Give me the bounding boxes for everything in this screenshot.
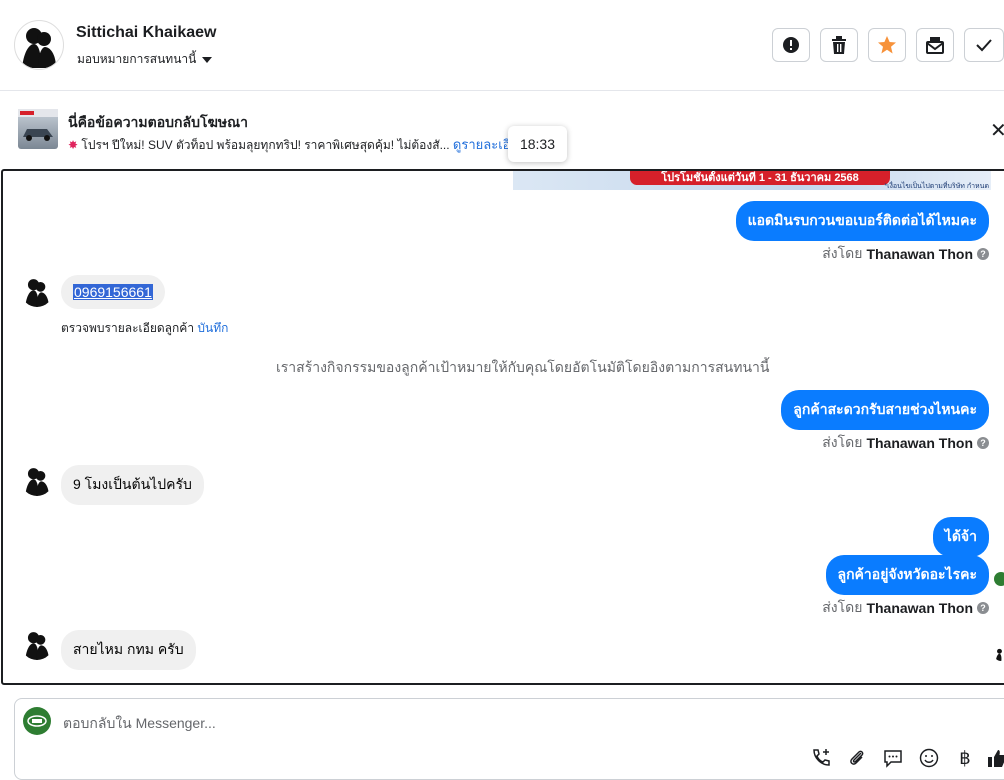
outgoing-message[interactable]: ได้จ้า xyxy=(932,517,989,557)
message-icon[interactable] xyxy=(881,746,905,770)
page-logo-icon xyxy=(27,715,47,727)
mark-done-button[interactable] xyxy=(964,28,1004,62)
incoming-message[interactable]: 9 โมงเป็นต้นไปครับ xyxy=(61,465,204,505)
assign-conversation-dropdown[interactable]: มอบหมายการสนทนานี้ xyxy=(77,50,213,69)
couple-silhouette-icon xyxy=(25,279,49,307)
help-icon[interactable]: ? xyxy=(977,602,989,614)
emoji-icon[interactable] xyxy=(917,746,941,770)
reply-input[interactable]: ตอบกลับใน Messenger... xyxy=(63,713,216,735)
sent-by-prefix: ส่งโดย xyxy=(822,599,863,615)
message-thread[interactable]: โปรโมชั่นตั้งแต่วันที่ 1 - 31 ธันวาคม 25… xyxy=(1,169,1004,685)
contact-avatar-small xyxy=(21,275,53,307)
sent-by-prefix: ส่งโดย xyxy=(822,245,863,261)
outgoing-message[interactable]: ลูกค้าอยู่จังหวัดอะไรคะ xyxy=(825,555,989,595)
sent-by-label: ส่งโดย Thanawan Thon ? xyxy=(822,243,989,265)
incoming-message[interactable]: 0969156661 xyxy=(61,275,165,309)
promo-banner-note: *เงื่อนไขเป็นไปตามที่บริษัท กำหนด xyxy=(884,183,989,190)
seen-receipt-avatar xyxy=(994,647,1004,661)
system-notice: เราสร้างกิจกรรมของลูกค้าเป้าหมายให้กับคุ… xyxy=(276,359,770,375)
mark-spam-button[interactable] xyxy=(772,28,810,62)
promo-banner-text: โปรโมชั่นตั้งแต่วันที่ 1 - 31 ธันวาคม 25… xyxy=(630,171,890,185)
sent-by-agent: Thanawan Thon xyxy=(866,246,973,262)
contact-avatar[interactable] xyxy=(14,20,64,70)
phone-number-link[interactable]: 0969156661 xyxy=(73,284,153,300)
couple-silhouette-icon xyxy=(25,468,49,496)
delete-button[interactable] xyxy=(820,28,858,62)
mark-unread-button[interactable] xyxy=(916,28,954,62)
timestamp-tooltip: 18:33 xyxy=(508,126,567,162)
sent-by-prefix: ส่งโดย xyxy=(822,434,863,450)
detect-text: ตรวจพบรายละเอียดลูกค้า xyxy=(61,321,195,335)
phone-plus-icon[interactable] xyxy=(809,746,833,770)
promo-banner-image: โปรโมชั่นตั้งแต่วันที่ 1 - 31 ธันวาคม 25… xyxy=(513,171,991,190)
outgoing-message[interactable]: แอดมินรบกวนขอเบอร์ติดต่อได้ไหมคะ xyxy=(735,201,989,241)
help-icon[interactable]: ? xyxy=(977,248,989,260)
sent-by-label: ส่งโดย Thanawan Thon ? xyxy=(822,597,989,619)
sparkle-icon: ✸ xyxy=(68,138,79,152)
sent-by-label: ส่งโดย Thanawan Thon ? xyxy=(822,432,989,454)
couple-silhouette-icon xyxy=(995,648,1002,661)
help-icon[interactable]: ? xyxy=(977,437,989,449)
couple-silhouette-icon xyxy=(25,632,49,660)
alert-icon xyxy=(783,37,799,53)
ad-text: โปรฯ ปีใหม่! SUV ตัวท็อป พร้อมลุยทุกทริป… xyxy=(81,138,450,152)
customer-detail-detected: ตรวจพบรายละเอียดลูกค้า บันทึก xyxy=(61,319,228,338)
mark-unread-icon xyxy=(926,37,944,54)
contact-name[interactable]: Sittichai Khaikaew xyxy=(76,24,217,42)
check-icon xyxy=(976,39,992,52)
assign-label: มอบหมายการสนทนานี้ xyxy=(77,52,197,66)
sent-by-agent: Thanawan Thon xyxy=(866,435,973,451)
attach-icon[interactable] xyxy=(845,746,869,770)
baht-icon[interactable]: ฿ xyxy=(953,746,977,770)
caret-down-icon xyxy=(202,56,213,63)
thumbs-up-icon[interactable] xyxy=(985,746,1004,770)
sent-by-agent: Thanawan Thon xyxy=(866,600,973,616)
contact-avatar-small xyxy=(21,464,53,496)
trash-icon xyxy=(832,36,846,54)
ad-reply-title: นี่คือข้อความตอบกลับโฆษณา xyxy=(68,114,248,130)
star-icon xyxy=(878,36,896,54)
star-button[interactable] xyxy=(868,28,906,62)
seen-receipt-avatar xyxy=(994,572,1004,586)
save-detail-link[interactable]: บันทึก xyxy=(197,321,228,335)
close-icon[interactable]: ✕ xyxy=(990,118,1004,143)
incoming-message[interactable]: สายไหม กทม ครับ xyxy=(61,630,196,670)
ad-reply-text: ✸ โปรฯ ปีใหม่! SUV ตัวท็อป พร้อมลุยทุกทร… xyxy=(68,134,518,155)
ad-thumbnail xyxy=(18,109,58,149)
car-image xyxy=(18,109,58,141)
contact-avatar-small xyxy=(21,628,53,660)
couple-silhouette-icon xyxy=(22,28,56,68)
outgoing-message[interactable]: ลูกค้าสะดวกรับสายช่วงไหนคะ xyxy=(781,390,989,430)
page-avatar xyxy=(23,707,51,735)
